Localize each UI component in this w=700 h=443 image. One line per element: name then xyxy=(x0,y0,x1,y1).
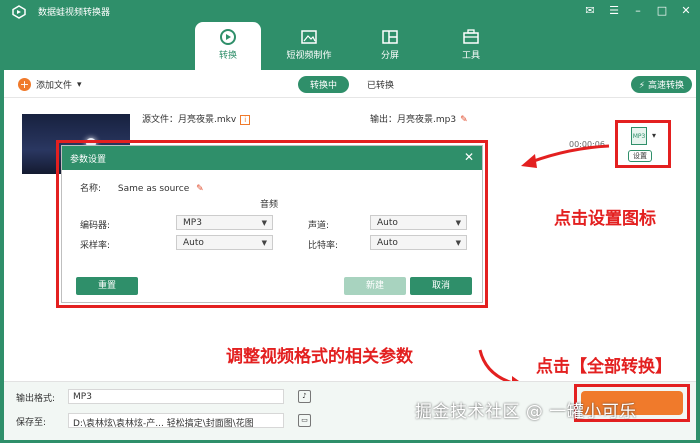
save-path-select[interactable]: D:\袁林炫\袁林炫-产... 轻松搞定\封面图\花图 xyxy=(68,413,284,428)
chevron-down-icon[interactable]: ▾ xyxy=(652,131,656,140)
source-name: 月亮夜景.mkv xyxy=(178,115,237,125)
encoder-label: 编码器: xyxy=(80,221,111,231)
dialog-title: 参数设置 xyxy=(70,155,107,165)
audio-section-title: 音频 xyxy=(260,200,279,210)
name-row: 名称: Same as source ✎ xyxy=(80,181,204,194)
plus-icon: + xyxy=(18,78,31,91)
feedback-icon[interactable]: ✉ xyxy=(584,4,596,17)
edit-icon[interactable]: ✎ xyxy=(196,184,204,194)
converted-tab[interactable]: 已转换 xyxy=(367,78,394,91)
output-file: 输出：月亮夜景.mp3 ✎ xyxy=(370,112,468,125)
menu-icon[interactable]: ☰ xyxy=(608,4,620,17)
format-file-icon[interactable]: ♪ xyxy=(298,390,311,403)
channel-value: Auto xyxy=(377,218,398,228)
samplerate-select[interactable]: Auto ▼ xyxy=(176,235,273,250)
tab-split-label: 分屏 xyxy=(380,51,399,61)
name-label: 名称: xyxy=(80,184,102,194)
folder-icon[interactable]: ▭ xyxy=(298,414,311,427)
convert-icon xyxy=(195,28,261,48)
annotation-click-settings: 点击设置图标 xyxy=(554,209,656,229)
add-file-button[interactable]: + 添加文件 ▾ xyxy=(18,78,82,91)
chevron-down-icon: ▼ xyxy=(455,239,461,247)
tab-convert[interactable]: 转换 xyxy=(195,22,261,70)
chevron-down-icon: ▼ xyxy=(261,239,267,247)
toolbar: + 添加文件 ▾ 转换中 已转换 ⚡ 高速转换 xyxy=(4,70,696,98)
maximize-icon[interactable]: □ xyxy=(656,4,668,17)
speed-convert-label: 高速转换 xyxy=(647,81,684,91)
tab-convert-label: 转换 xyxy=(218,51,237,61)
main-nav: 转换 短视频制作 分屏 工具 xyxy=(195,22,504,70)
chevron-down-icon: ▼ xyxy=(455,219,461,227)
reset-button[interactable]: 重置 xyxy=(76,277,138,295)
format-icon[interactable]: MP3 xyxy=(631,127,647,145)
info-icon[interactable]: i xyxy=(240,115,251,125)
edit-icon[interactable]: ✎ xyxy=(460,115,468,125)
output-format-label: 输出格式: xyxy=(16,394,56,404)
tab-split[interactable]: 分屏 xyxy=(357,22,423,70)
add-file-label: 添加文件 xyxy=(36,81,73,91)
encoder-value: MP3 xyxy=(183,218,202,228)
annotation-convert-all: 点击【全部转换】 xyxy=(536,357,672,377)
samplerate-value: Auto xyxy=(183,238,204,248)
output-format-value: MP3 xyxy=(73,392,92,402)
speed-convert-button[interactable]: ⚡ 高速转换 xyxy=(630,76,692,93)
chevron-down-icon: ▾ xyxy=(77,79,82,90)
status-toggle: 转换中 已转换 xyxy=(298,76,394,93)
close-icon[interactable]: ✕ xyxy=(464,150,474,164)
split-screen-icon xyxy=(357,28,423,48)
minimize-icon[interactable]: – xyxy=(632,4,644,17)
source-file: 源文件：月亮夜景.mkv i xyxy=(142,112,251,125)
channel-label: 声道: xyxy=(308,221,330,231)
output-format-select[interactable]: MP3 xyxy=(68,389,284,404)
window-controls: ✉ ☰ – □ ✕ xyxy=(584,4,692,17)
title-bar: 数据蛙视频转换器 ✉ ☰ – □ ✕ 转换 短视频制作 分屏 工具 xyxy=(0,0,700,70)
format-settings-highlight: MP3 ▾ 设置 xyxy=(615,120,671,168)
lightning-icon: ⚡ xyxy=(638,81,646,91)
channel-select[interactable]: Auto ▼ xyxy=(370,215,467,230)
source-label: 源文件： xyxy=(142,115,179,125)
save-path-value: D:\袁林炫\袁林炫-产... 轻松搞定\封面图\花图 xyxy=(73,419,254,428)
output-label: 输出： xyxy=(370,115,398,125)
chevron-down-icon: ▼ xyxy=(261,219,267,227)
dialog-header: 参数设置 ✕ xyxy=(62,146,482,170)
bitrate-select[interactable]: Auto ▼ xyxy=(370,235,467,250)
close-icon[interactable]: ✕ xyxy=(680,4,692,17)
encoder-select[interactable]: MP3 ▼ xyxy=(176,215,273,230)
tab-tools-label: 工具 xyxy=(461,51,480,61)
app-title: 数据蛙视频转换器 xyxy=(38,8,111,18)
tab-mv[interactable]: 短视频制作 xyxy=(276,22,342,70)
name-value[interactable]: Same as source xyxy=(118,184,189,194)
new-button[interactable]: 新建 xyxy=(344,277,406,295)
bitrate-value: Auto xyxy=(377,238,398,248)
app-logo-icon xyxy=(12,5,26,19)
settings-button[interactable]: 设置 xyxy=(628,150,652,162)
output-name: 月亮夜景.mp3 xyxy=(397,115,457,125)
dialog-highlight: 参数设置 ✕ 名称: Same as source ✎ 音频 编码器: MP3 ▼… xyxy=(56,140,488,308)
watermark: 掘金技术社区 @ 一罐小可乐 xyxy=(415,402,637,422)
mv-icon xyxy=(276,28,342,48)
parameter-dialog: 参数设置 ✕ 名称: Same as source ✎ 音频 编码器: MP3 ▼… xyxy=(61,145,483,303)
annotation-arrow-settings xyxy=(521,144,610,168)
tab-tools[interactable]: 工具 xyxy=(438,22,504,70)
toolbox-icon xyxy=(438,28,504,48)
tab-mv-label: 短视频制作 xyxy=(286,51,332,61)
samplerate-label: 采样率: xyxy=(80,241,111,251)
converting-tab[interactable]: 转换中 xyxy=(298,76,350,93)
save-to-label: 保存至: xyxy=(16,418,47,428)
bitrate-label: 比特率: xyxy=(308,241,339,251)
annotation-adjust: 调整视频格式的相关参数 xyxy=(226,347,413,367)
cancel-button[interactable]: 取消 xyxy=(410,277,472,295)
